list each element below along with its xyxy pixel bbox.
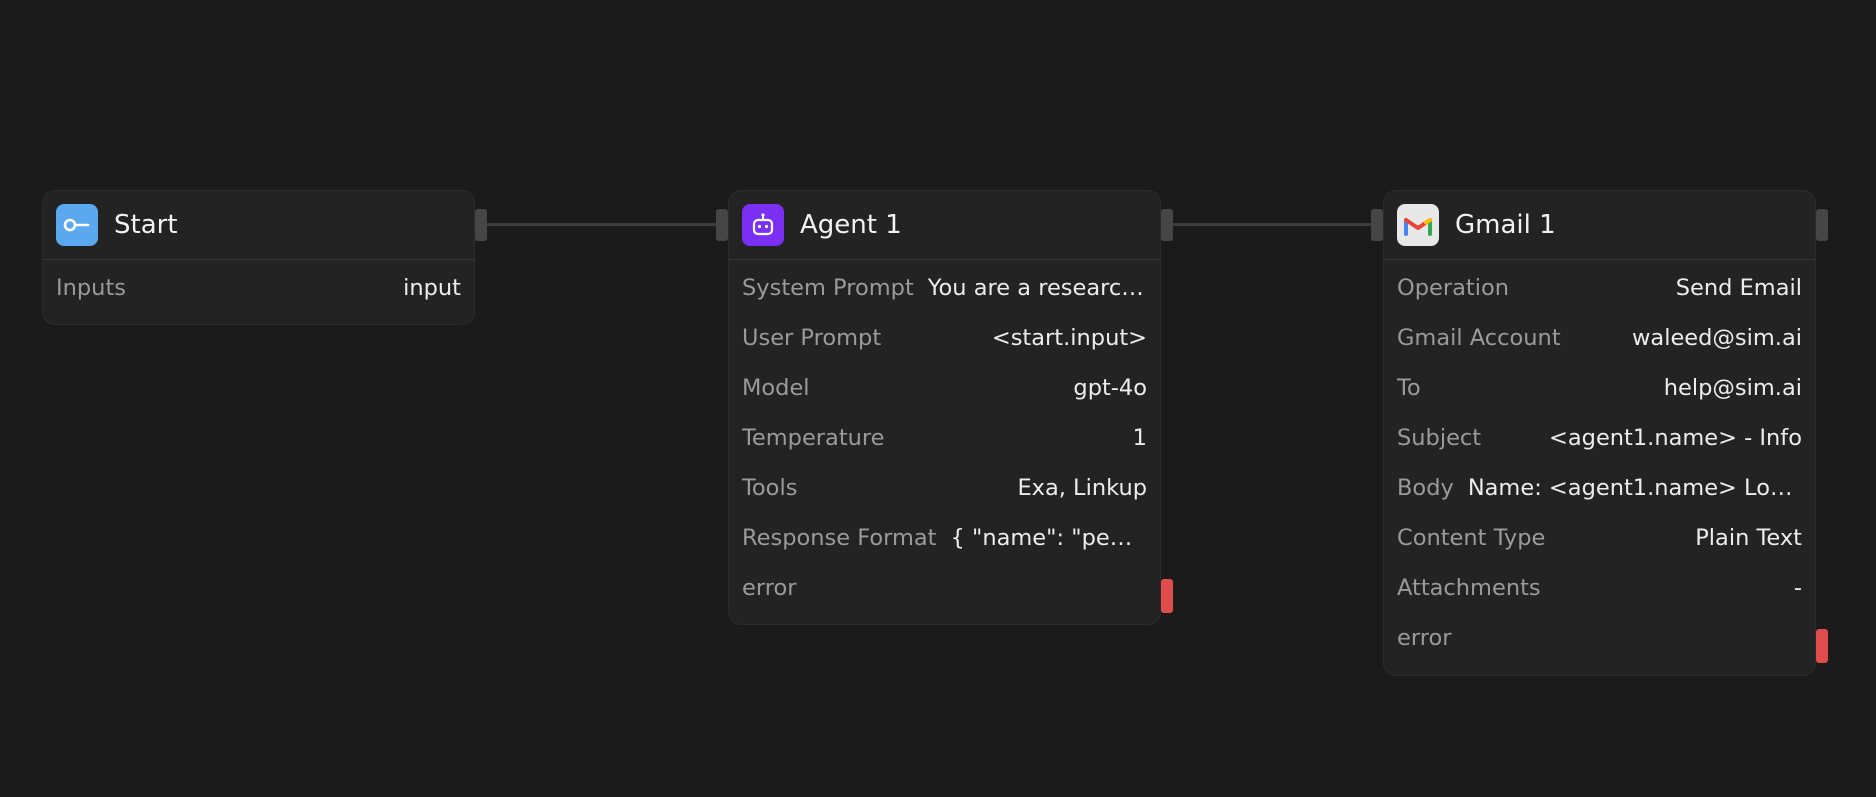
row-value: <start.input> (991, 325, 1147, 351)
agent-row-error: error (729, 563, 1160, 613)
row-value: Plain Text (1695, 525, 1802, 551)
row-value: waleed@sim.ai (1632, 325, 1802, 351)
gmail-error-handle[interactable] (1816, 629, 1828, 663)
gmail-output-handle[interactable] (1816, 209, 1828, 241)
row-label: Response Format (742, 525, 937, 551)
row-label: Body (1397, 475, 1454, 501)
row-label: Attachments (1397, 575, 1541, 601)
row-value: Exa, Linkup (1017, 475, 1147, 501)
agent-row-response-format[interactable]: Response Format { "name": "perso... (729, 513, 1160, 563)
error-label: error (742, 575, 797, 601)
row-label: Operation (1397, 275, 1509, 301)
edge-start-to-agent[interactable] (486, 223, 716, 226)
gmail-row-subject[interactable]: Subject <agent1.name> - Info (1384, 413, 1815, 463)
agent-row-user-prompt[interactable]: User Prompt <start.input> (729, 313, 1160, 363)
workflow-canvas[interactable]: Start Inputs input Agent 1 System Prompt… (0, 0, 1876, 797)
gmail-block[interactable]: Gmail 1 Operation Send Email Gmail Accou… (1371, 190, 1828, 676)
row-label: User Prompt (742, 325, 882, 351)
gmail-block-title: Gmail 1 (1455, 210, 1556, 240)
row-value: 1 (1132, 425, 1147, 451)
row-label: Model (742, 375, 810, 401)
row-label: Content Type (1397, 525, 1546, 551)
agent-block-title: Agent 1 (800, 210, 902, 240)
gmail-block-header[interactable]: Gmail 1 (1384, 191, 1815, 260)
row-value: <agent1.name> - Info (1549, 425, 1802, 451)
agent-row-model[interactable]: Model gpt-4o (729, 363, 1160, 413)
agent-row-temperature[interactable]: Temperature 1 (729, 413, 1160, 463)
gmail-row-error: error (1384, 613, 1815, 663)
start-row-inputs[interactable]: Inputs input (43, 263, 474, 313)
row-label: Tools (742, 475, 798, 501)
gmail-input-handle[interactable] (1371, 209, 1383, 241)
gmail-block-body: Operation Send Email Gmail Account walee… (1384, 260, 1815, 663)
start-block[interactable]: Start Inputs input (42, 190, 487, 325)
gmail-row-account[interactable]: Gmail Account waleed@sim.ai (1384, 313, 1815, 363)
start-block-title: Start (114, 210, 178, 240)
agent-row-system-prompt[interactable]: System Prompt You are a research ... (729, 263, 1160, 313)
gmail-row-body[interactable]: Body Name: <agent1.name> Locati... (1384, 463, 1815, 513)
start-block-body: Inputs input (43, 260, 474, 313)
gmail-row-content-type[interactable]: Content Type Plain Text (1384, 513, 1815, 563)
row-value: - (1793, 575, 1802, 601)
agent-row-tools[interactable]: Tools Exa, Linkup (729, 463, 1160, 513)
agent-block-header[interactable]: Agent 1 (729, 191, 1160, 260)
start-block-header[interactable]: Start (43, 191, 474, 260)
gmail-row-to[interactable]: To help@sim.ai (1384, 363, 1815, 413)
row-value: gpt-4o (1073, 375, 1147, 401)
gmail-row-operation[interactable]: Operation Send Email (1384, 263, 1815, 313)
row-label: Gmail Account (1397, 325, 1561, 351)
row-value: { "name": "perso... (950, 525, 1147, 551)
row-label: Subject (1397, 425, 1482, 451)
error-label: error (1397, 625, 1452, 651)
row-label: Temperature (742, 425, 885, 451)
start-output-handle[interactable] (475, 209, 487, 241)
start-icon (56, 204, 98, 246)
row-value: You are a research ... (927, 275, 1147, 301)
edge-agent-to-gmail[interactable] (1172, 223, 1376, 226)
agent-block-body: System Prompt You are a research ... Use… (729, 260, 1160, 613)
agent-error-handle[interactable] (1161, 579, 1173, 613)
row-label: System Prompt (742, 275, 914, 301)
agent-input-handle[interactable] (716, 209, 728, 241)
row-value: input (403, 275, 461, 301)
row-value: Send Email (1675, 275, 1802, 301)
row-value: Name: <agent1.name> Locati... (1467, 475, 1802, 501)
agent-block[interactable]: Agent 1 System Prompt You are a research… (716, 190, 1173, 625)
gmail-icon (1397, 204, 1439, 246)
gmail-row-attachments[interactable]: Attachments - (1384, 563, 1815, 613)
row-label: To (1397, 375, 1421, 401)
agent-robot-icon (742, 204, 784, 246)
row-value: help@sim.ai (1663, 375, 1802, 401)
row-label: Inputs (56, 275, 126, 301)
agent-output-handle[interactable] (1161, 209, 1173, 241)
